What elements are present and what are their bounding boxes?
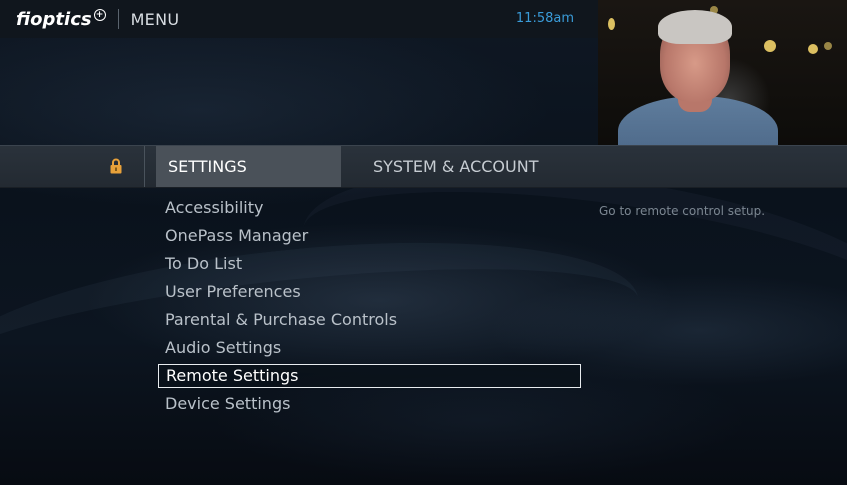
menu-item-audio-settings[interactable]: Audio Settings xyxy=(158,334,581,362)
bokeh-light xyxy=(764,40,776,52)
bokeh-light xyxy=(608,18,615,30)
menu-item-remote-settings[interactable]: Remote Settings xyxy=(158,364,581,388)
brand-logo: fioptics + xyxy=(16,9,106,30)
page-title: MENU xyxy=(130,9,180,29)
brand-name: fioptics xyxy=(16,8,92,30)
menu-item-device-settings[interactable]: Device Settings xyxy=(158,390,581,418)
menu-item-parental-purchase-controls[interactable]: Parental & Purchase Controls xyxy=(158,306,581,334)
brand-plus-icon: + xyxy=(93,9,106,21)
tab-settings[interactable]: SETTINGS xyxy=(156,146,341,187)
menu-item-onepass-manager[interactable]: OnePass Manager xyxy=(158,222,581,250)
tab-system-account[interactable]: SYSTEM & ACCOUNT xyxy=(361,146,581,187)
settings-menu-list: Accessibility OnePass Manager To Do List… xyxy=(158,194,581,418)
bokeh-light xyxy=(824,42,832,50)
menu-item-user-preferences[interactable]: User Preferences xyxy=(158,278,581,306)
lock-icon xyxy=(110,158,122,174)
item-description: Go to remote control setup. xyxy=(599,204,766,218)
tab-bar: SETTINGS SYSTEM & ACCOUNT xyxy=(0,145,847,188)
menu-item-accessibility[interactable]: Accessibility xyxy=(158,194,581,222)
tab-separator xyxy=(144,146,145,187)
presenter-hair xyxy=(658,10,732,44)
menu-item-to-do-list[interactable]: To Do List xyxy=(158,250,581,278)
clock: 11:58am xyxy=(515,11,574,26)
bokeh-light xyxy=(808,44,818,54)
top-bar: fioptics + MENU 11:58am xyxy=(0,0,598,38)
header-divider xyxy=(117,9,119,29)
live-video-preview[interactable] xyxy=(598,0,847,147)
